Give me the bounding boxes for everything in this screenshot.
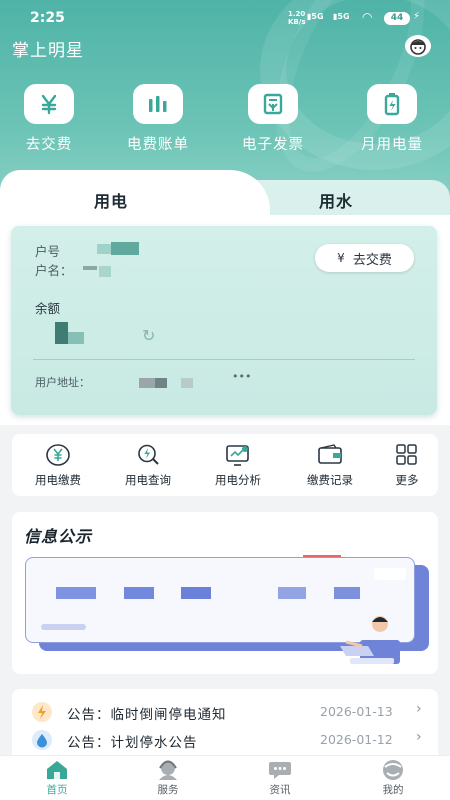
quick-action-pay[interactable]: 去交费 [0, 84, 104, 154]
masked-banner-text [334, 587, 360, 599]
info-section-title: 信息公示 [24, 527, 93, 546]
notice-item[interactable]: 公告：计划停水公告 2026-01-12 › [12, 727, 438, 755]
card-pay-button[interactable]: ¥ 去交费 [315, 244, 414, 272]
status-time: 2:25 [30, 10, 65, 26]
yuan-circle-icon [13, 443, 103, 467]
masked-account-number [97, 244, 111, 254]
utility-tabs: 用水 用电 [0, 170, 450, 220]
notice-text: 公告：计划停水公告 [67, 735, 198, 751]
quick-action-bill[interactable]: 电费账单 [103, 84, 213, 154]
notice-date: 2026-01-13 [320, 704, 393, 719]
refresh-icon[interactable]: ↻ [142, 326, 155, 345]
battery-icon: 44 [384, 12, 410, 25]
grid-icon [362, 443, 450, 467]
profile-icon [363, 759, 423, 781]
nav-profile[interactable]: 我的 [363, 759, 423, 797]
person-laptop-illustration [340, 616, 400, 664]
status-bar: 2:25 1.20 KB/s ▮5G ▮5G ◠ 44 ⚡ [0, 8, 450, 30]
masked-address [155, 378, 167, 388]
nav-label: 服务 [157, 784, 179, 796]
nav-home[interactable]: 首页 [27, 759, 87, 797]
quick-action-label: 电子发票 [242, 137, 304, 153]
service-label: 更多 [395, 473, 419, 487]
masked-address [181, 378, 193, 388]
masked-balance [68, 332, 84, 344]
nav-label: 我的 [382, 784, 404, 796]
account-name-label: 户名： [35, 263, 73, 278]
address-label: 用户地址： [35, 376, 90, 389]
card-divider [33, 359, 415, 360]
net-speed: 1.20 KB/s [288, 10, 306, 26]
banner-progress [41, 624, 86, 630]
balance-label: 余额 [35, 301, 61, 316]
notice-text: 公告：临时倒闸停电通知 [67, 707, 227, 723]
quick-action-label: 月用电量 [361, 137, 423, 153]
signal-icon: ▮5G [333, 12, 350, 21]
user-avatar-icon [410, 39, 426, 55]
service-icon [138, 759, 198, 781]
nav-service[interactable]: 服务 [138, 759, 198, 797]
charging-icon: ⚡ [413, 11, 421, 22]
info-section: 信息公示 [12, 512, 438, 674]
decorative-note [374, 568, 406, 580]
tab-label: 用水 [319, 192, 354, 211]
quick-action-label: 电费账单 [127, 137, 189, 153]
service-electric-analysis[interactable]: 用电分析 [193, 443, 283, 488]
tab-electricity[interactable]: 用电 [0, 170, 270, 220]
chevron-right-icon: › [416, 729, 422, 745]
signal-icon: ▮5G [307, 12, 324, 21]
quick-action-monthly-usage[interactable]: 月用电量 [337, 84, 447, 154]
service-more[interactable]: 更多 [362, 443, 450, 488]
masked-banner-text [56, 587, 96, 599]
bar-chart-icon [133, 84, 183, 124]
home-icon [27, 759, 87, 781]
quick-action-label: 去交费 [25, 137, 73, 153]
masked-address [139, 378, 155, 388]
yuan-icon [24, 84, 74, 124]
service-label: 用电缴费 [35, 473, 81, 487]
masked-balance [55, 322, 68, 344]
quick-action-invoice[interactable]: 电子发票 [218, 84, 328, 154]
notice-list: 公告：临时倒闸停电通知 2026-01-13 › 公告：计划停水公告 2026-… [12, 689, 438, 759]
notice-date: 2026-01-12 [320, 732, 393, 747]
masked-account-name [83, 266, 97, 270]
masked-banner-text [181, 587, 211, 599]
service-bar: 用电缴费 用电查询 用电分析 缴费记录 更多 [12, 434, 438, 496]
nav-news[interactable]: 资讯 [250, 759, 310, 797]
service-electric-query[interactable]: 用电查询 [103, 443, 193, 488]
nav-label: 资讯 [269, 784, 291, 796]
tab-label: 用电 [94, 192, 129, 211]
account-no-label: 户号 [35, 244, 61, 259]
pay-button-label: 去交费 [352, 252, 392, 268]
invoice-icon [248, 84, 298, 124]
masked-banner-text [124, 587, 154, 599]
search-bolt-icon [103, 443, 193, 467]
avatar[interactable] [405, 35, 431, 57]
chat-icon [250, 759, 310, 781]
yuan-icon: ¥ [337, 251, 345, 265]
water-drop-icon [32, 730, 52, 750]
account-card: 户号 户名： ¥ 去交费 余额 ↻ 用户地址： ••• [11, 226, 437, 415]
chevron-right-icon: › [416, 701, 422, 717]
masked-account-name [99, 266, 111, 277]
service-label: 用电查询 [125, 473, 171, 487]
bottom-navigation: 首页 服务 资讯 我的 [0, 755, 450, 800]
service-electric-pay[interactable]: 用电缴费 [13, 443, 103, 488]
wifi-icon: ◠ [362, 10, 373, 24]
monitor-chart-icon [193, 443, 283, 467]
battery-charge-icon [367, 84, 417, 124]
nav-label: 首页 [46, 784, 68, 796]
masked-banner-text [278, 587, 306, 599]
app-title: 掌上明星 [12, 41, 84, 61]
service-label: 用电分析 [215, 473, 261, 487]
lightning-icon [32, 702, 52, 722]
notice-item[interactable]: 公告：临时倒闸停电通知 2026-01-13 › [12, 699, 438, 727]
masked-account-number [111, 242, 139, 255]
address-ellipsis: ••• [232, 370, 252, 383]
